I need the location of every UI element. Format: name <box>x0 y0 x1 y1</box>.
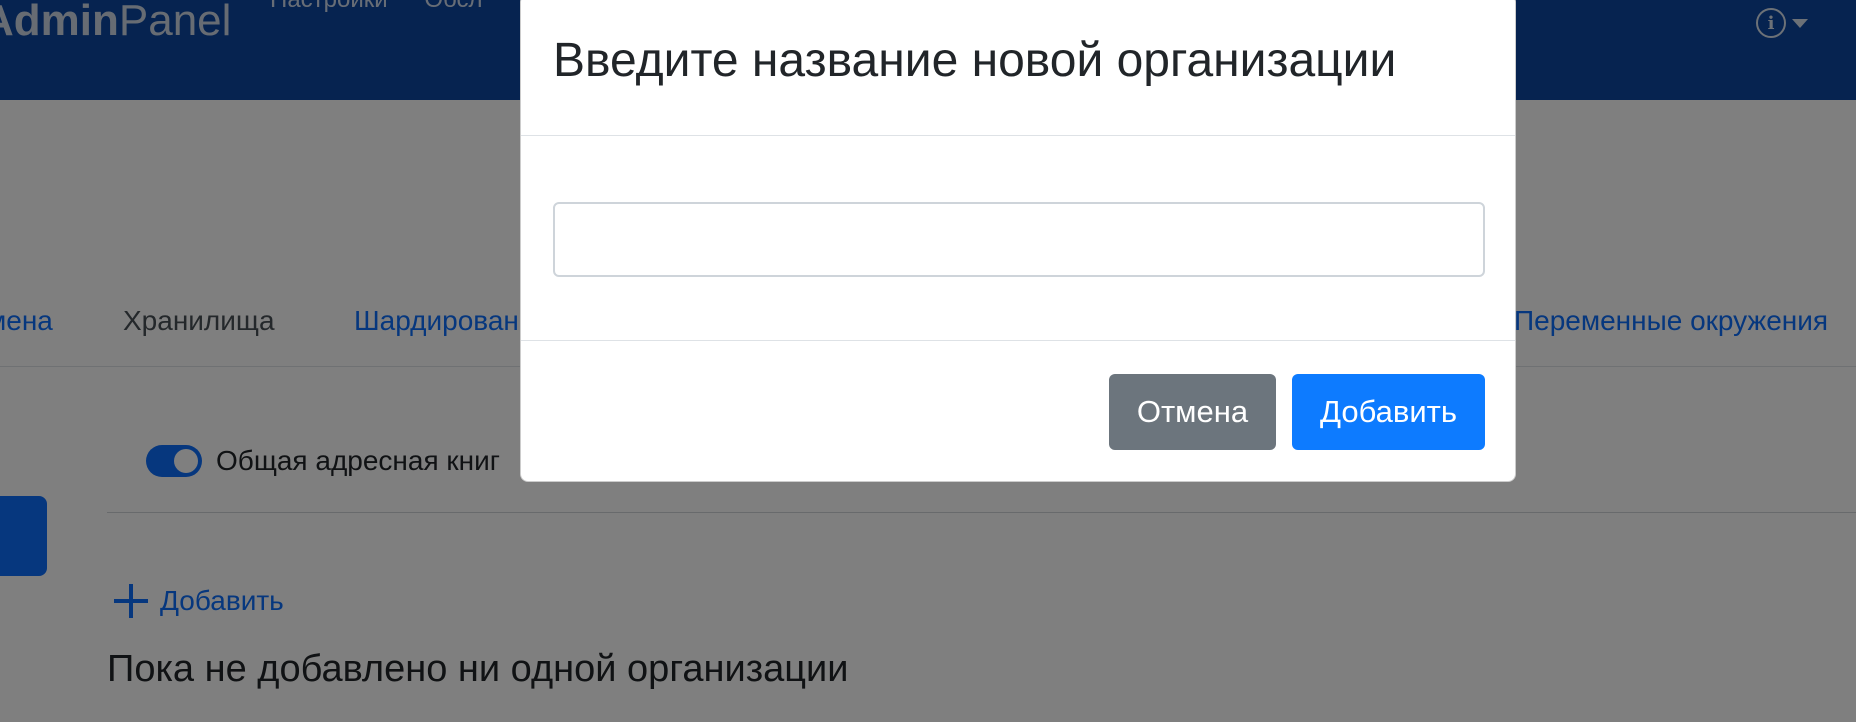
organization-name-input[interactable] <box>553 202 1485 277</box>
modal-title: Введите название новой организации <box>553 34 1397 87</box>
add-button[interactable]: Добавить <box>1292 374 1485 450</box>
modal-body <box>521 136 1515 341</box>
modal-header: Введите название новой организации <box>521 0 1515 136</box>
cancel-button[interactable]: Отмена <box>1109 374 1276 450</box>
new-organization-modal: Введите название новой организации Отмен… <box>520 0 1516 482</box>
modal-footer: Отмена Добавить <box>521 341 1515 481</box>
